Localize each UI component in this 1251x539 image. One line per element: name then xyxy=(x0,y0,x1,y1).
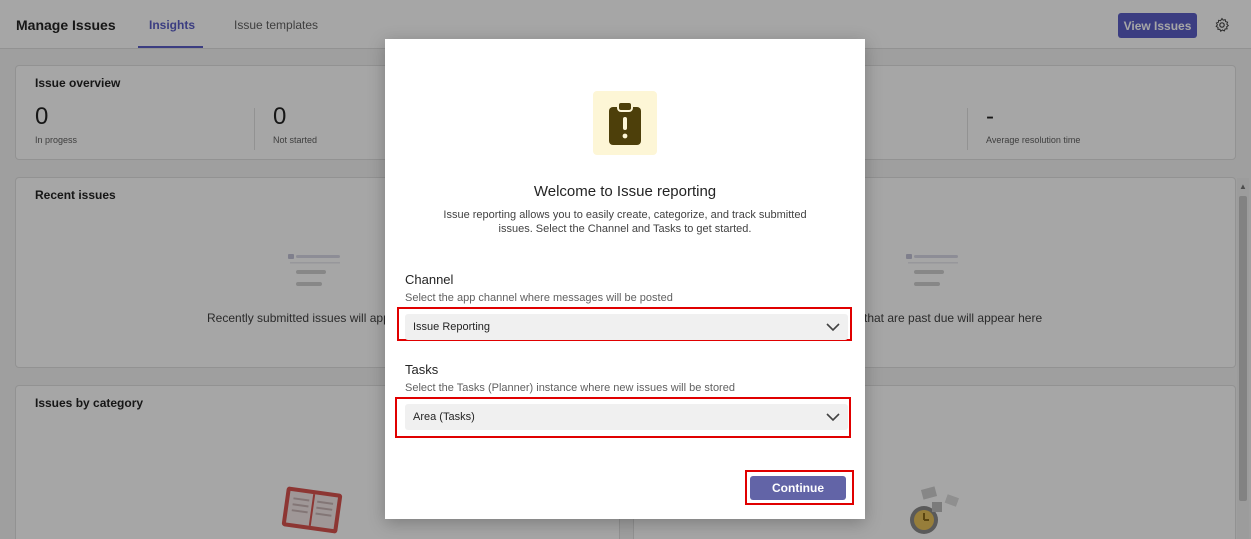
welcome-dialog: Welcome to Issue reporting Issue reporti… xyxy=(385,39,865,519)
channel-selected-value: Issue Reporting xyxy=(413,321,491,333)
dialog-title: Welcome to Issue reporting xyxy=(533,183,717,200)
channel-label: Channel xyxy=(405,272,454,287)
hero-image xyxy=(593,91,657,155)
tasks-selected-value: Area (Tasks) xyxy=(413,411,475,423)
tasks-dropdown[interactable]: Area (Tasks) xyxy=(405,404,848,430)
channel-help-text: Select the app channel where messages wi… xyxy=(405,292,673,304)
clipboard-alert-icon xyxy=(609,101,641,145)
continue-button[interactable]: Continue xyxy=(750,476,846,500)
tasks-label: Tasks xyxy=(405,362,439,377)
chevron-down-icon xyxy=(826,323,840,332)
tasks-help-text: Select the Tasks (Planner) instance wher… xyxy=(405,382,735,394)
chevron-down-icon xyxy=(826,413,840,422)
channel-dropdown[interactable]: Issue Reporting xyxy=(405,314,848,340)
dialog-description: Issue reporting allows you to easily cre… xyxy=(443,209,807,235)
